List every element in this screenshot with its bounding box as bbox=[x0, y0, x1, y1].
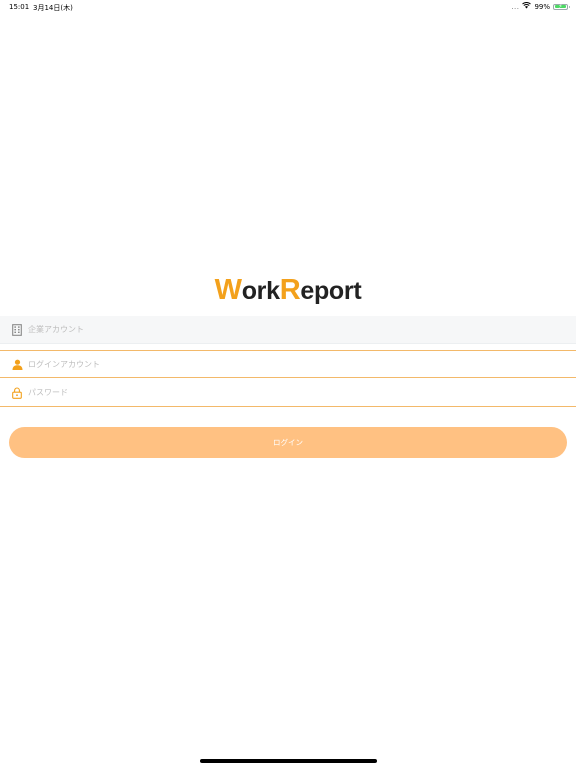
status-date: 3月14日(木) bbox=[33, 4, 73, 12]
password-row bbox=[0, 379, 576, 407]
user-icon bbox=[11, 358, 23, 370]
logo-ork: ork bbox=[241, 277, 280, 305]
status-time: 15:01 bbox=[9, 3, 30, 11]
logo-w: W bbox=[214, 274, 242, 306]
company-account-row bbox=[0, 316, 576, 344]
status-right: ... 99% ⚡ bbox=[511, 2, 570, 11]
status-bar: 15:01 3月14日(木) ... 99% ⚡ bbox=[0, 0, 576, 14]
battery-icon: ⚡ bbox=[553, 2, 570, 10]
charging-bolt-icon: ⚡ bbox=[558, 2, 563, 10]
login-account-row bbox=[0, 350, 576, 378]
wifi-icon bbox=[522, 2, 532, 11]
login-account-input[interactable] bbox=[28, 351, 558, 377]
company-account-input[interactable] bbox=[28, 316, 558, 343]
home-indicator[interactable] bbox=[200, 759, 377, 763]
logo-r: R bbox=[279, 274, 301, 306]
battery-percent: 99% bbox=[534, 2, 550, 11]
building-icon bbox=[11, 323, 23, 336]
login-button[interactable]: ログイン bbox=[9, 427, 567, 458]
logo-eport: eport bbox=[300, 277, 362, 305]
password-input[interactable] bbox=[28, 379, 558, 406]
workreport-logo: WorkReport bbox=[0, 274, 576, 307]
lock-icon bbox=[11, 386, 23, 399]
multitasking-dots: ... bbox=[511, 2, 520, 11]
